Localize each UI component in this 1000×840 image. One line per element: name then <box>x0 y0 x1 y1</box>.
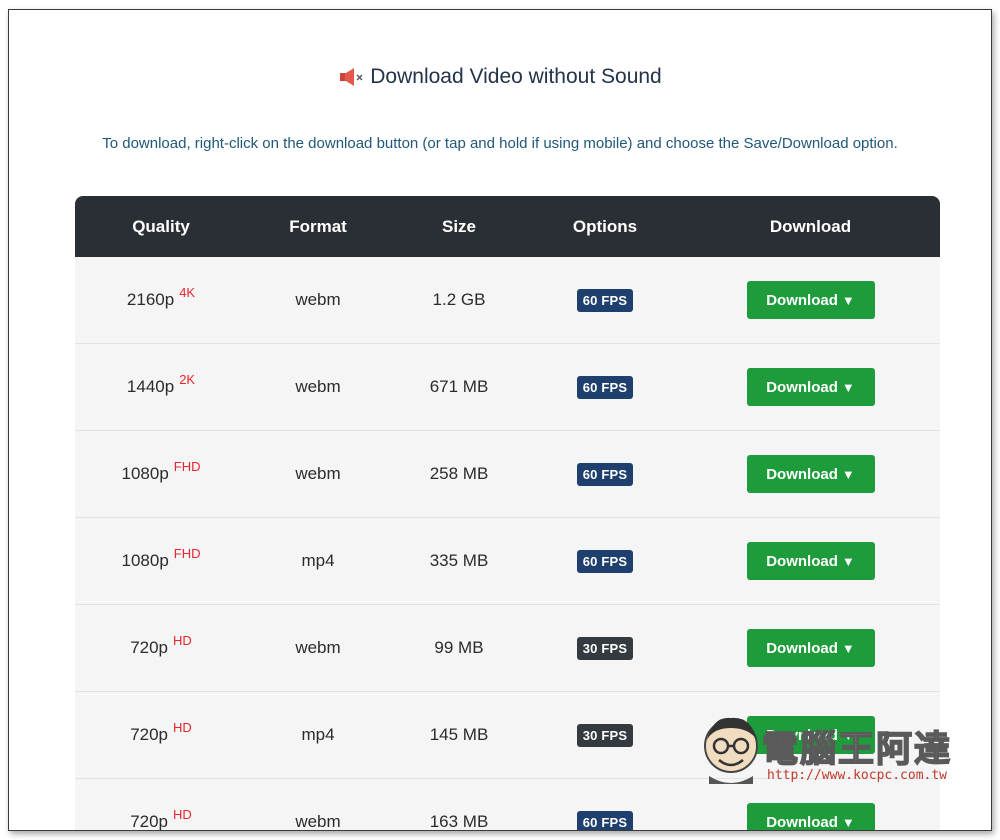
caret-down-icon: ▼ <box>841 553 855 569</box>
table-row: 720p HD webm 99 MB 30 FPS Download ▼ <box>75 605 940 692</box>
format-cell: mp4 <box>301 725 335 744</box>
format-cell: webm <box>295 812 341 831</box>
fps-badge: 30 FPS <box>576 636 634 660</box>
caret-down-icon: ▼ <box>841 814 855 830</box>
download-button-label: Download <box>766 726 838 744</box>
size-cell: 258 MB <box>429 464 489 483</box>
format-cell: webm <box>295 290 341 309</box>
download-cell: Download ▼ <box>681 779 940 831</box>
header-options: Options <box>572 216 638 236</box>
muted-speaker-icon <box>338 67 364 87</box>
caret-down-icon: ▼ <box>841 379 855 395</box>
caret-down-icon: ▼ <box>841 292 855 308</box>
quality-tag: HD <box>173 632 192 648</box>
download-button[interactable]: Download ▼ <box>746 455 875 493</box>
download-button-label: Download <box>766 552 838 570</box>
download-button-label: Download <box>766 465 838 483</box>
size-cell: 163 MB <box>429 812 489 831</box>
header-download: Download <box>769 216 852 236</box>
quality-value: 1080p <box>121 464 169 483</box>
fps-badge: 60 FPS <box>576 810 634 830</box>
quality-value: 720p <box>130 725 169 744</box>
table-row: 1080p FHD webm 258 MB 60 FPS Download ▼ <box>75 431 940 518</box>
size-cell: 145 MB <box>429 725 489 744</box>
quality-value: 1080p <box>121 551 169 570</box>
options-cell: 60 FPS <box>529 344 681 430</box>
download-button[interactable]: Download ▼ <box>746 716 875 754</box>
quality-cell: 720p HD <box>75 605 247 691</box>
table-body: 2160p 4K webm 1.2 GB 60 FPS Download ▼ 1440p 2K w… <box>75 257 940 831</box>
options-cell: 60 FPS <box>529 518 681 604</box>
quality-cell: 720p HD <box>75 692 247 778</box>
table-row: 2160p 4K webm 1.2 GB 60 FPS Download ▼ <box>75 257 940 344</box>
download-cell: Download ▼ <box>681 257 940 343</box>
format-cell: webm <box>295 638 341 657</box>
caret-down-icon: ▼ <box>841 466 855 482</box>
download-button-label: Download <box>766 378 838 396</box>
quality-tag: FHD <box>173 458 201 474</box>
quality-cell: 720p HD <box>75 779 247 831</box>
download-instructions: To download, right-click on the download… <box>102 135 898 152</box>
size-cell: 1.2 GB <box>432 290 486 309</box>
size-cell: 99 MB <box>434 638 484 657</box>
options-cell: 60 FPS <box>529 431 681 517</box>
fps-badge: 60 FPS <box>576 375 634 399</box>
size-cell: 335 MB <box>429 551 489 570</box>
quality-value: 1440p <box>126 377 175 396</box>
page-frame: Download Video without Sound To download… <box>8 9 992 831</box>
header-quality: Quality <box>132 216 190 236</box>
size-cell: 671 MB <box>429 377 489 396</box>
quality-cell: 1080p FHD <box>75 518 247 604</box>
download-button[interactable]: Download ▼ <box>746 803 875 831</box>
fps-badge: 60 FPS <box>576 462 634 486</box>
quality-cell: 1440p 2K <box>75 344 247 430</box>
format-cell: mp4 <box>301 551 335 570</box>
options-cell: 60 FPS <box>529 257 681 343</box>
download-button[interactable]: Download ▼ <box>746 368 875 406</box>
download-cell: Download ▼ <box>681 431 940 517</box>
download-button-label: Download <box>766 639 838 657</box>
quality-tag: HD <box>173 806 192 822</box>
format-cell: webm <box>295 377 341 396</box>
format-cell: webm <box>295 464 341 483</box>
download-cell: Download ▼ <box>681 605 940 691</box>
quality-value: 2160p <box>126 290 175 309</box>
quality-value: 720p <box>130 638 169 657</box>
options-cell: 60 FPS <box>529 779 681 830</box>
table-row: 720p HD webm 163 MB 60 FPS Download ▼ <box>75 779 940 831</box>
quality-value: 720p <box>130 812 169 831</box>
fps-badge: 60 FPS <box>576 288 634 312</box>
download-button-label: Download <box>766 813 838 831</box>
quality-tag: HD <box>173 719 192 735</box>
quality-tag: 2K <box>179 371 196 387</box>
download-button[interactable]: Download ▼ <box>746 281 875 319</box>
header-format: Format <box>289 216 347 236</box>
table-row: 1080p FHD mp4 335 MB 60 FPS Download ▼ <box>75 518 940 605</box>
quality-tag: FHD <box>173 545 201 561</box>
options-cell: 30 FPS <box>529 605 681 691</box>
table-row: 1440p 2K webm 671 MB 60 FPS Download ▼ <box>75 344 940 431</box>
caret-down-icon: ▼ <box>841 727 855 743</box>
download-table: Quality Format Size Options Download 216… <box>75 196 940 831</box>
quality-tag: 4K <box>179 284 196 300</box>
options-cell: 30 FPS <box>529 692 681 778</box>
quality-cell: 1080p FHD <box>75 431 247 517</box>
download-button-label: Download <box>766 291 838 309</box>
download-button[interactable]: Download ▼ <box>746 542 875 580</box>
download-cell: Download ▼ <box>681 692 940 778</box>
caret-down-icon: ▼ <box>841 640 855 656</box>
quality-cell: 2160p 4K <box>75 257 247 343</box>
page-title-text: Download Video without Sound <box>370 65 662 88</box>
header-size: Size <box>441 216 477 236</box>
download-cell: Download ▼ <box>681 344 940 430</box>
table-header: Quality Format Size Options Download <box>75 196 940 257</box>
fps-badge: 30 FPS <box>576 723 634 747</box>
download-cell: Download ▼ <box>681 518 940 604</box>
page-title: Download Video without Sound <box>9 65 991 89</box>
table-row: 720p HD mp4 145 MB 30 FPS Download ▼ <box>75 692 940 779</box>
fps-badge: 60 FPS <box>576 549 634 573</box>
download-button[interactable]: Download ▼ <box>746 629 875 667</box>
